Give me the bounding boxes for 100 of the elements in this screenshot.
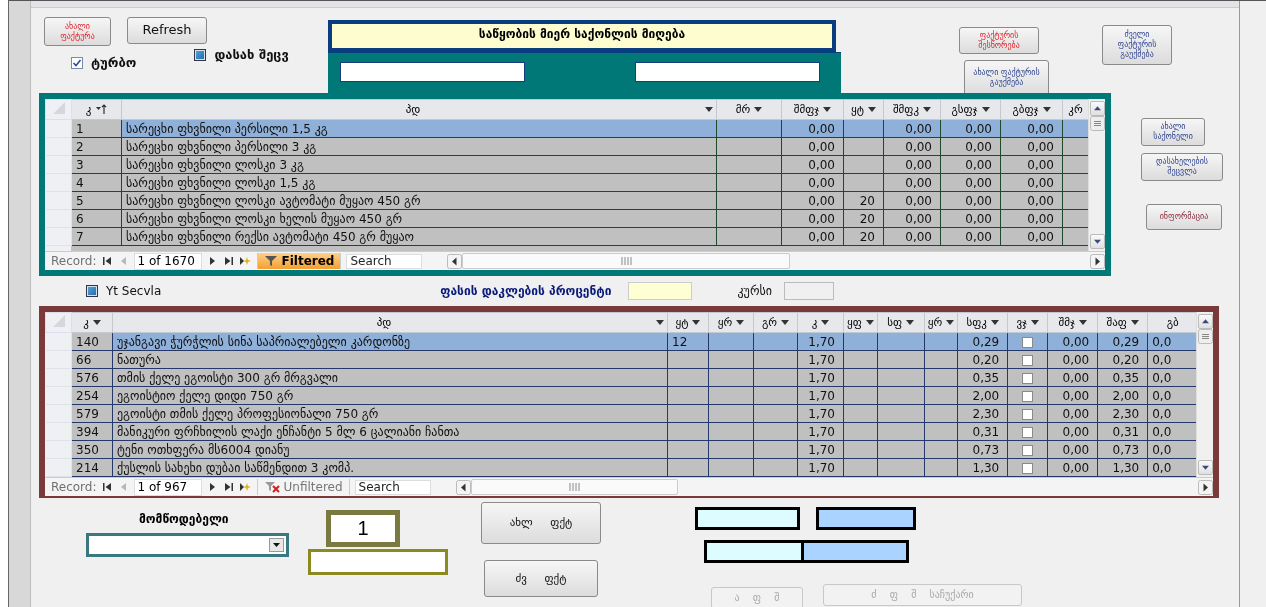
column-header[interactable]: გბფჯ: [1000, 99, 1063, 120]
first-record-icon[interactable]: [101, 255, 113, 267]
column-header[interactable]: ყტ: [667, 312, 709, 333]
column-header[interactable]: კ: [797, 312, 844, 333]
checkbox[interactable]: [194, 48, 207, 61]
scroll-thumb-icon[interactable]: [1089, 116, 1105, 131]
caret-icon[interactable]: [692, 320, 701, 325]
record-position-field[interactable]: 1 of 967: [133, 478, 202, 496]
checkbox[interactable]: [86, 285, 98, 297]
dropdown[interactable]: [86, 533, 289, 557]
button[interactable]: ახალი ფაქტურა: [44, 17, 111, 46]
scroll-up-icon[interactable]: [1089, 101, 1105, 116]
input-field[interactable]: [783, 282, 834, 300]
scroll-down-icon[interactable]: [1197, 460, 1213, 475]
scroll-left-icon[interactable]: [455, 479, 471, 495]
column-header[interactable]: გსფჯ: [940, 99, 1001, 120]
scroll-right-icon[interactable]: [1198, 479, 1213, 495]
column-header[interactable]: შმფჯ: [781, 99, 844, 120]
checkbox[interactable]: [1022, 426, 1034, 438]
caret-icon[interactable]: [1042, 107, 1051, 112]
button[interactable]: Refresh: [127, 17, 207, 44]
column-header[interactable]: მრ: [716, 99, 782, 120]
caret-icon[interactable]: [990, 320, 999, 325]
column-header[interactable]: ვჯ: [1007, 312, 1048, 333]
scroll-thumb-icon[interactable]: [1197, 329, 1213, 344]
caret-icon[interactable]: [867, 107, 876, 112]
table-row[interactable]: 214 ქუსლის სახეხი დუბაი საწმენდით 3 კომპ. 1,70 1,30 0,00 1,30 0,0: [45, 458, 1196, 477]
column-header[interactable]: კ: [71, 312, 113, 333]
table-row[interactable]: 576 თმის ქელე ეგოისტი 300 გრ მრგვალი 1,70 0,35 0,00 0,35 0,0: [45, 368, 1196, 387]
caret-icon[interactable]: [1078, 320, 1087, 325]
button[interactable]: ახლ ფქტ: [481, 502, 601, 544]
horizontal-scrollbar[interactable]: [455, 479, 1213, 495]
scroll-down-icon[interactable]: [1089, 234, 1105, 249]
horizontal-scrollbar[interactable]: [447, 253, 1105, 269]
button[interactable]: ინფორმაცია: [1146, 204, 1222, 230]
vertical-scrollbar[interactable]: [1088, 99, 1105, 251]
new-record-icon[interactable]: [238, 481, 252, 493]
scroll-up-icon[interactable]: [1197, 314, 1213, 329]
column-header[interactable]: გრ: [753, 312, 798, 333]
column-header[interactable]: შაფ: [1097, 312, 1148, 333]
scroll-right-icon[interactable]: [1090, 253, 1105, 269]
column-header[interactable]: პდ: [121, 99, 717, 120]
last-record-icon[interactable]: [222, 255, 234, 267]
scroll-grip-icon[interactable]: [568, 483, 581, 491]
caret-icon[interactable]: [656, 320, 664, 325]
column-header[interactable]: ყრ: [924, 312, 958, 333]
checkbox[interactable]: [1022, 372, 1034, 384]
table-row[interactable]: 140 უჯანგავი ჭურჭლის სინა საპრიალებელი კარდონზე 12 1,70 0,29 0,00 0,29 0,0: [45, 332, 1196, 351]
button[interactable]: ახალი საქონელი: [1141, 118, 1205, 146]
caret-icon[interactable]: [923, 107, 932, 112]
caret-icon[interactable]: [821, 320, 830, 325]
input-field[interactable]: [308, 549, 448, 575]
checkbox[interactable]: [1022, 390, 1034, 402]
column-header[interactable]: გბ: [1147, 312, 1196, 333]
column-header[interactable]: კრ: [1062, 99, 1088, 120]
caret-icon[interactable]: [1031, 320, 1040, 325]
caret-icon[interactable]: [1130, 320, 1139, 325]
caret-icon[interactable]: [736, 320, 745, 325]
column-header[interactable]: კ: [71, 99, 122, 120]
button[interactable]: ფაქტურის შესწორება: [959, 27, 1039, 54]
column-header[interactable]: ყრ: [708, 312, 754, 333]
filter-toggle[interactable]: Filtered: [256, 253, 342, 269]
checkbox[interactable]: [71, 56, 83, 69]
search-field[interactable]: Search: [346, 253, 423, 269]
button[interactable]: ძველი ფაქტურის გაუქმება: [1102, 25, 1172, 65]
caret-icon[interactable]: [781, 320, 790, 325]
button[interactable]: ძვ ფქტ: [484, 560, 598, 597]
caret-icon[interactable]: [823, 107, 832, 112]
input-field[interactable]: [635, 62, 820, 82]
caret-icon[interactable]: [754, 107, 763, 112]
caret-icon[interactable]: [981, 107, 990, 112]
vertical-scrollbar[interactable]: [1196, 312, 1213, 477]
new-record-icon[interactable]: [238, 255, 252, 267]
caret-icon[interactable]: [865, 320, 874, 325]
table-row[interactable]: 350 ტენი ოთხფერა მს6004 დიანუ 1,70 0,73 0,00 0,73 0,0: [45, 440, 1196, 459]
caret-icon[interactable]: [906, 320, 915, 325]
caret-icon[interactable]: [92, 320, 101, 325]
record-position-field[interactable]: 1 of 1670: [133, 252, 202, 270]
table-row[interactable]: 579 ეგოისტი თმის ქელე პროფესიონალი 750 გრ 1,70 2,30 0,00 2,30 0,0: [45, 404, 1196, 423]
checkbox[interactable]: [1022, 462, 1034, 474]
column-header[interactable]: ყფ: [843, 312, 878, 333]
caret-icon[interactable]: [705, 107, 713, 112]
sort-ascending-icon[interactable]: [95, 104, 108, 115]
button[interactable]: ახალი ფაქტურის გაუქმება: [964, 60, 1049, 96]
column-header[interactable]: ყტ: [843, 99, 884, 120]
column-header[interactable]: სფკ: [957, 312, 1008, 333]
column-header[interactable]: შმჯ: [1047, 312, 1098, 333]
search-field[interactable]: Search: [354, 479, 431, 495]
button[interactable]: დასახელების შეცვლა: [1141, 153, 1223, 181]
checkbox[interactable]: [1022, 408, 1034, 420]
checkbox[interactable]: [1022, 444, 1034, 456]
scroll-left-icon[interactable]: [447, 253, 463, 269]
input-field[interactable]: [340, 62, 525, 82]
checkbox[interactable]: [1022, 354, 1034, 366]
caret-icon[interactable]: [946, 320, 955, 325]
last-record-icon[interactable]: [222, 481, 234, 493]
column-header[interactable]: შმფკ: [883, 99, 941, 120]
counter-field[interactable]: 1: [326, 510, 400, 547]
table-row[interactable]: 254 ეგოისტიო ქელე დიდი 750 გრ 1,70 2,00 0,00 2,00 0,0: [45, 386, 1196, 405]
table-row[interactable]: 66 ნათურა 1,70 0,20 0,00 0,20 0,0: [45, 350, 1196, 369]
